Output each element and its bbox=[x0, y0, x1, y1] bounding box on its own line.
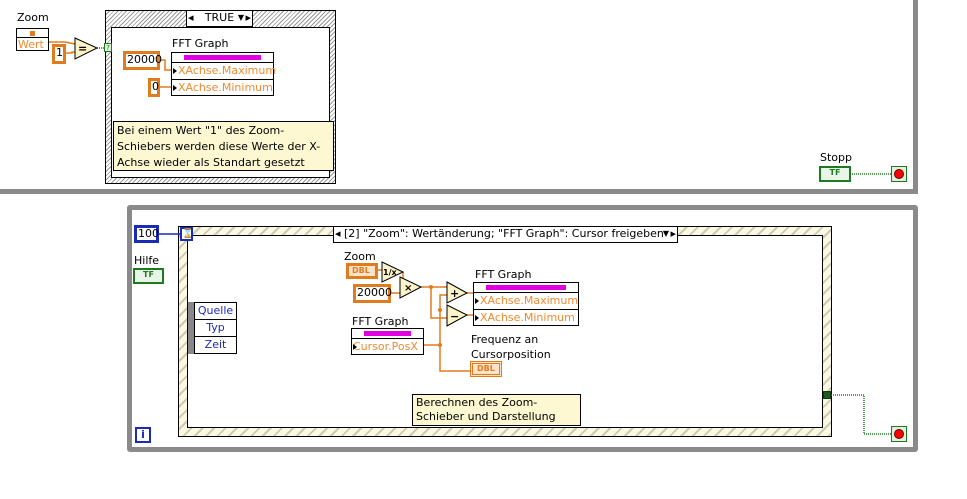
equal-op: = bbox=[78, 42, 87, 55]
event-data-zeit[interactable]: Zeit bbox=[195, 337, 236, 353]
const-min[interactable]: 0 bbox=[148, 78, 160, 97]
fft-graph-property-node-out[interactable]: XAchse.Maximum XAchse.Minimum bbox=[473, 282, 579, 326]
zoom-label-bottom: Zoom bbox=[344, 250, 376, 263]
wire-event-stop bbox=[831, 394, 891, 435]
frequency-dbl-indicator[interactable]: DBL bbox=[470, 361, 502, 377]
fft-graph-label-out: FFT Graph bbox=[475, 268, 532, 281]
stop-button-terminal[interactable]: TF bbox=[819, 166, 851, 182]
wire-one-to-equal bbox=[65, 51, 75, 54]
event-data-typ[interactable]: Typ bbox=[195, 320, 236, 337]
case-selector-value: TRUE bbox=[204, 11, 235, 24]
frequency-label: Frequenz an Cursorposition bbox=[471, 333, 551, 361]
help-label: Hilfe bbox=[134, 254, 160, 267]
const-max[interactable]: 20000 bbox=[123, 51, 162, 70]
event-selector[interactable]: ◂ [2] "Zoom": Wertänderung; "FFT Graph":… bbox=[333, 226, 678, 243]
property-xachse-minimum[interactable]: XAchse.Minimum bbox=[172, 80, 273, 96]
comment-bottom: Berechnen des Zoom-Schieber und Darstell… bbox=[412, 394, 581, 426]
zoom-dbl-terminal[interactable]: DBL bbox=[346, 263, 378, 279]
subtract-op: − bbox=[450, 310, 459, 323]
reciprocal-op: 1/x bbox=[383, 268, 397, 277]
fft-graph-property-node-in[interactable]: Cursor.PosX bbox=[351, 328, 424, 355]
case-selector[interactable]: ◂ TRUE ▼ ▸ bbox=[186, 10, 253, 27]
decrement-icon[interactable]: ◂ bbox=[335, 227, 341, 241]
event-data-quelle[interactable]: Quelle bbox=[195, 303, 236, 320]
property-xachse-maximum[interactable]: XAchse.Maximum bbox=[474, 293, 578, 310]
wire-mult-out bbox=[421, 286, 448, 319]
const-one[interactable]: 1 bbox=[52, 44, 66, 64]
dropdown-icon[interactable]: ▼ bbox=[238, 11, 244, 25]
stop-label: Stopp bbox=[820, 151, 852, 164]
add-op: + bbox=[450, 287, 459, 300]
boolean-tunnel bbox=[823, 391, 831, 399]
event-data-node[interactable]: Quelle Typ Zeit bbox=[188, 302, 237, 354]
stop-condition-icon[interactable] bbox=[891, 166, 907, 182]
decrement-icon[interactable]: ◂ bbox=[188, 11, 194, 25]
zoom-wert: Wert bbox=[18, 38, 44, 51]
const-20000[interactable]: 20000 bbox=[353, 284, 392, 303]
block-diagram: = × 1/x + − Zoom Wert 1 ? ◂ TRUE ▼ ▸ FFT… bbox=[0, 0, 967, 499]
property-cursor-posx[interactable]: Cursor.PosX bbox=[352, 339, 423, 355]
case-selector-terminal: ? bbox=[104, 43, 112, 52]
fft-graph-property-node-top[interactable]: XAchse.Maximum XAchse.Minimum bbox=[171, 52, 276, 96]
property-xachse-maximum[interactable]: XAchse.Maximum bbox=[172, 63, 276, 80]
help-button-terminal[interactable]: TF bbox=[133, 268, 164, 284]
multiply-op: × bbox=[404, 283, 412, 294]
zoom-label: Zoom bbox=[17, 11, 49, 24]
stop-condition-icon-bottom[interactable] bbox=[891, 426, 907, 442]
dropdown-icon[interactable]: ▼ bbox=[663, 227, 669, 241]
comment-top: Bei einem Wert "1" des Zoom-Schiebers we… bbox=[113, 121, 334, 171]
timeout-const[interactable]: 100 bbox=[134, 225, 159, 243]
iteration-terminal: i bbox=[135, 427, 151, 443]
timeout-hourglass-icon: ⌛ bbox=[180, 227, 194, 241]
increment-icon[interactable]: ▸ bbox=[245, 11, 251, 25]
fft-graph-label-top: FFT Graph bbox=[172, 37, 229, 50]
event-selector-value: [2] "Zoom": Wertänderung; "FFT Graph": C… bbox=[344, 227, 664, 240]
fft-graph-label-in: FFT Graph bbox=[352, 315, 409, 328]
property-xachse-minimum[interactable]: XAchse.Minimum bbox=[474, 310, 578, 326]
zoom-property-node[interactable]: Wert bbox=[16, 28, 49, 51]
increment-icon[interactable]: ▸ bbox=[670, 227, 676, 241]
